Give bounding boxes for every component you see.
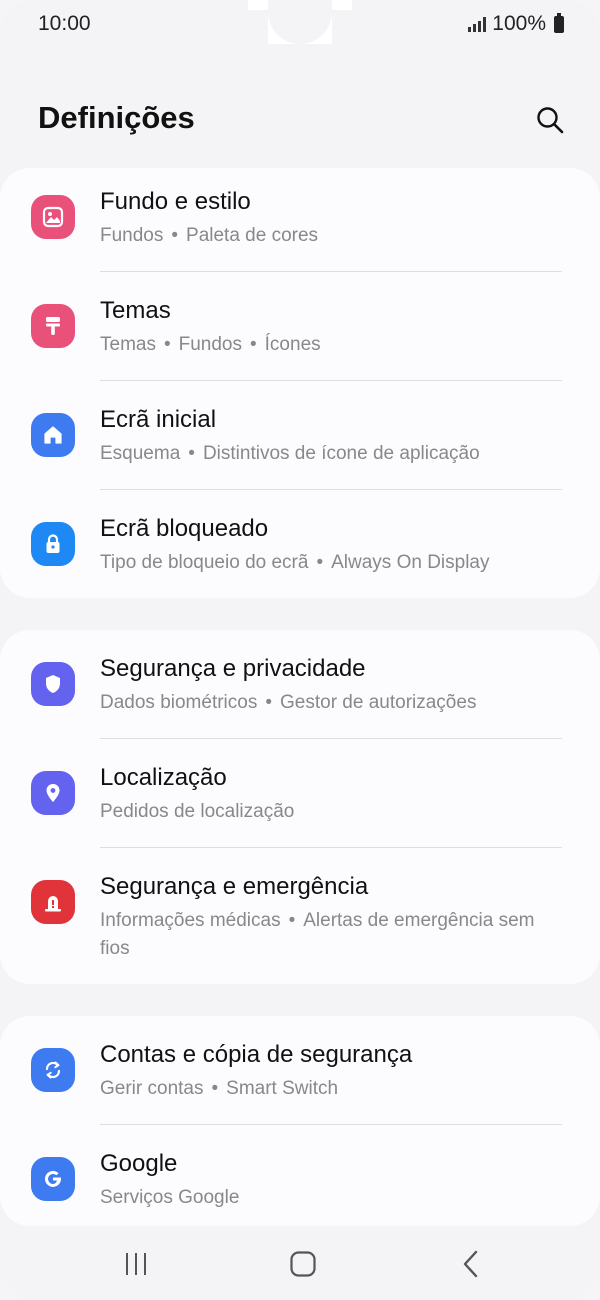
settings-item-title: Segurança e privacidade xyxy=(100,655,366,682)
signal-icon xyxy=(468,16,487,32)
recents-button[interactable] xyxy=(106,1242,166,1286)
settings-item-subtitle: Esquema • Distintivos de ícone de aplicaçã… xyxy=(100,443,480,464)
settings-item-home-screen[interactable]: Ecrã inicial Esquema • Distintivos de ícon… xyxy=(0,381,600,490)
settings-item-title: Ecrã bloqueado xyxy=(100,515,269,542)
google-icon xyxy=(31,1157,75,1201)
settings-item-subtitle: Pedidos de localização xyxy=(100,801,295,822)
settings-card-security: Segurança e privacidade Dados biométrico… xyxy=(0,630,600,984)
settings-item-title: Temas xyxy=(100,297,171,324)
status-indicators: 100% xyxy=(468,12,564,36)
settings-item-subtitle: Fundos • Paleta de cores xyxy=(100,225,319,246)
settings-item-title: Google xyxy=(100,1150,178,1177)
settings-item-themes[interactable]: Temas Temas • Fundos • Ícones xyxy=(0,272,600,381)
settings-item-wallpaper[interactable]: Fundo e estilo Fundos • Paleta de cores xyxy=(0,168,600,272)
status-time: 10:00 xyxy=(38,12,91,35)
back-button[interactable] xyxy=(441,1242,501,1286)
settings-item-title: Ecrã inicial xyxy=(100,406,217,433)
camera-notch xyxy=(268,0,332,44)
search-button[interactable] xyxy=(528,98,572,142)
location-pin-icon xyxy=(31,771,75,815)
settings-item-subtitle: Informações médicas • Alertas de emergênci… xyxy=(100,910,535,959)
settings-item-subtitle: Serviços Google xyxy=(100,1187,240,1208)
settings-item-subtitle: Temas • Fundos • Ícones xyxy=(100,334,321,355)
settings-item-google[interactable]: Google Serviços Google xyxy=(0,1125,600,1226)
home-button-icon xyxy=(290,1251,316,1277)
wallpaper-icon xyxy=(31,195,75,239)
settings-item-subtitle: Gerir contas • Smart Switch xyxy=(100,1078,339,1099)
shield-icon xyxy=(31,662,75,706)
settings-item-title: Localização xyxy=(100,764,227,791)
emergency-icon xyxy=(31,880,75,924)
lock-icon xyxy=(31,522,75,566)
settings-item-location[interactable]: Localização Pedidos de localização xyxy=(0,739,600,848)
settings-card-accounts: Contas e cópia de segurança Gerir contas… xyxy=(0,1016,600,1226)
home-icon xyxy=(31,413,75,457)
battery-level: 100% xyxy=(492,12,546,35)
sync-icon xyxy=(31,1048,75,1092)
settings-card-display: Fundo e estilo Fundos • Paleta de cores Te… xyxy=(0,168,600,598)
back-icon xyxy=(463,1250,478,1278)
settings-item-title: Segurança e emergência xyxy=(100,873,369,900)
settings-screen: 10:00 100% Definições Fundo e estilo Fun… xyxy=(0,0,600,1300)
settings-item-subtitle: Tipo de bloqueio do ecrã • Always On Displ… xyxy=(100,552,490,573)
status-bar: 10:00 100% xyxy=(0,0,600,48)
navigation-bar xyxy=(0,1228,600,1300)
settings-item-security-privacy[interactable]: Segurança e privacidade Dados biométrico… xyxy=(0,630,600,739)
settings-item-subtitle: Dados biométricos • Gestor de autorizações xyxy=(100,692,477,713)
search-icon xyxy=(537,107,564,134)
settings-item-title: Contas e cópia de segurança xyxy=(100,1041,413,1068)
settings-item-accounts-backup[interactable]: Contas e cópia de segurança Gerir contas… xyxy=(0,1016,600,1125)
page-title: Definições xyxy=(38,100,195,135)
recents-icon xyxy=(126,1253,146,1275)
themes-brush-icon xyxy=(31,304,75,348)
settings-item-title: Fundo e estilo xyxy=(100,188,251,215)
battery-icon xyxy=(554,12,564,33)
settings-item-safety-emergency[interactable]: Segurança e emergência Informações médic… xyxy=(0,848,600,984)
settings-item-lock-screen[interactable]: Ecrã bloqueado Tipo de bloqueio do ecrã •… xyxy=(0,490,600,598)
home-button[interactable] xyxy=(273,1242,333,1286)
